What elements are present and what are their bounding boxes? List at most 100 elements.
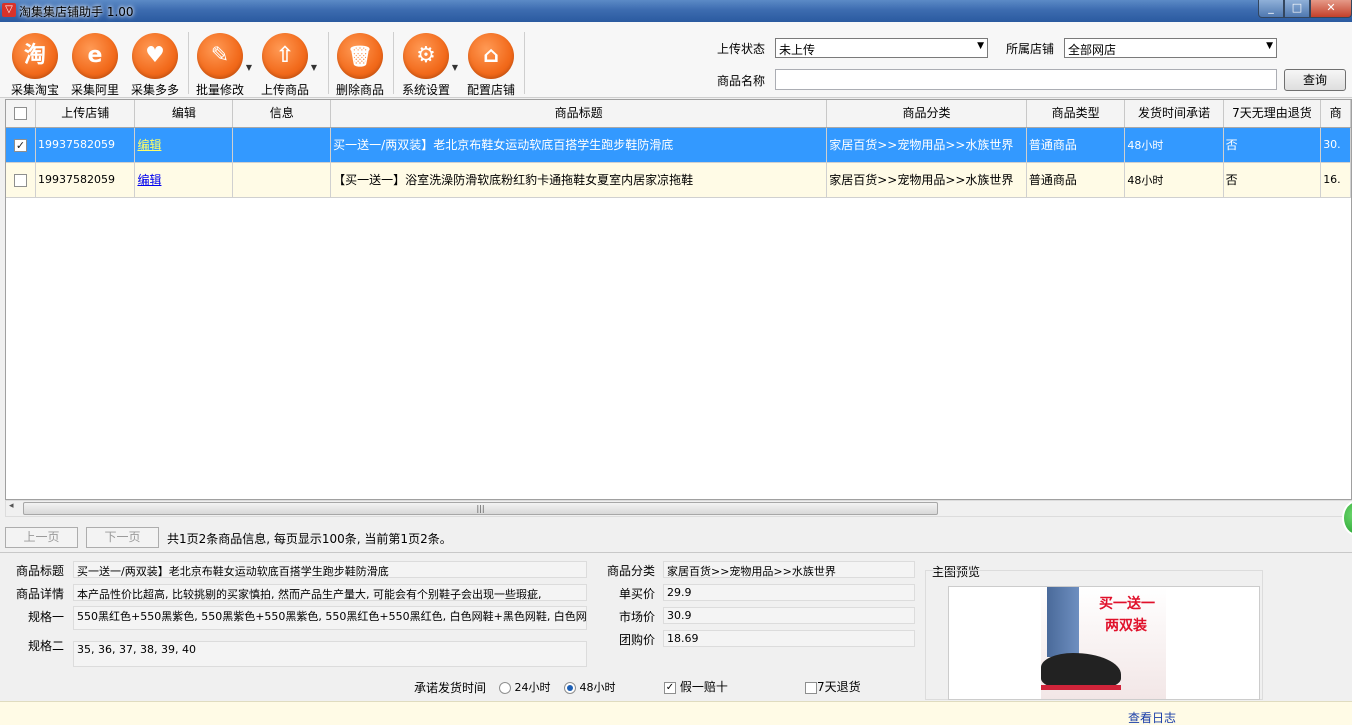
cell-price: 16. — [1320, 162, 1351, 198]
dropdown-arrow-icon[interactable]: ▼ — [311, 63, 317, 72]
trash-icon: 🗑 — [337, 33, 383, 79]
upload-status-select[interactable]: 未上传 ▼ — [775, 38, 988, 58]
config-shop-button[interactable]: ⌂ 配置店铺 — [461, 33, 521, 98]
desc-field[interactable]: 本产品性价比超高, 比较挑剔的买家慎拍, 然而产品生产量大, 可能会有个别鞋子会… — [73, 584, 587, 601]
col-header[interactable]: 编辑 — [134, 100, 234, 128]
select-all-checkbox[interactable] — [6, 100, 37, 128]
cell-ship: 48小时 — [1124, 162, 1224, 198]
gear-icon: ⚙ — [403, 33, 449, 79]
scrollbar-thumb[interactable]: ||| — [23, 502, 938, 515]
close-button[interactable]: ✕ — [1310, 0, 1352, 18]
system-settings-button[interactable]: ⚙ 系统设置 ▼ — [396, 33, 458, 98]
dropdown-arrow-icon[interactable]: ▼ — [452, 63, 458, 72]
return-checkbox[interactable] — [805, 681, 817, 694]
col-header[interactable]: 信息 — [232, 100, 332, 128]
ship-24-option[interactable]: 24小时 — [499, 679, 551, 695]
spec1-label: 规格一 — [27, 610, 64, 624]
scroll-left-icon[interactable]: ◂ — [9, 501, 14, 511]
checkbox[interactable] — [14, 106, 27, 120]
market-price-label: 市场价 — [618, 610, 655, 624]
table-row[interactable]: ✓ 19937582059 编辑 买一送一/两双装】老北京布鞋女运动软底百搭学生… — [6, 127, 1351, 163]
cell-price: 30. — [1320, 127, 1351, 163]
batch-edit-button[interactable]: ✎ 批量修改 ▼ — [190, 33, 252, 98]
cell-shop: 19937582059 — [35, 127, 136, 163]
unit-price-field[interactable]: 29.9 — [663, 584, 915, 601]
fake-compensation-option[interactable]: ✓ 假一赔十 — [664, 678, 728, 695]
collect-taobao-button[interactable]: 淘 采集淘宝 — [5, 33, 65, 98]
chevron-down-icon: ▼ — [1266, 41, 1273, 51]
cell-category: 家居百货>>宠物用品>>水族世界 — [826, 127, 1027, 163]
cell-info — [232, 162, 332, 198]
product-preview-image: 买一送一 两双装 — [948, 586, 1260, 700]
table-header: 上传店铺 编辑 信息 商品标题 商品分类 商品类型 发货时间承诺 7天无理由退货… — [6, 100, 1351, 128]
app-icon: ▽ — [2, 3, 16, 17]
edit-link[interactable]: 编辑 — [137, 138, 161, 152]
collect-pinduoduo-button[interactable]: ♥ 采集多多 — [125, 33, 185, 98]
delete-goods-button[interactable]: 🗑 删除商品 — [330, 33, 390, 98]
preview-photo: 买一送一 两双装 — [1041, 587, 1166, 699]
spec2-field[interactable]: 35, 36, 37, 38, 39, 40 — [73, 641, 587, 667]
group-price-label: 团购价 — [618, 633, 655, 647]
col-header[interactable]: 上传店铺 — [35, 100, 136, 128]
splitter[interactable] — [0, 552, 1352, 553]
upload-goods-button[interactable]: ⇧ 上传商品 ▼ — [255, 33, 317, 98]
radio-24h[interactable] — [499, 682, 511, 694]
upload-status-label: 上传状态 — [717, 42, 766, 56]
upload-icon: ⇧ — [262, 33, 308, 79]
cell-edit: 编辑 — [134, 162, 234, 198]
col-header[interactable]: 商 — [1320, 100, 1351, 128]
chevron-down-icon: ▼ — [977, 41, 984, 51]
maximize-button[interactable]: □ — [1284, 0, 1310, 18]
alibaba-icon: e — [72, 33, 118, 79]
market-price-field[interactable]: 30.9 — [663, 607, 915, 624]
prev-page-button[interactable]: 上一页 — [5, 527, 78, 548]
toolbar-separator — [524, 32, 525, 94]
col-header[interactable]: 7天无理由退货 — [1223, 100, 1322, 128]
search-button[interactable]: 查询 — [1284, 69, 1346, 91]
shop-label: 所属店铺 — [1006, 42, 1055, 56]
preview-caption: 两双装 — [1105, 618, 1147, 634]
col-header[interactable]: 发货时间承诺 — [1124, 100, 1224, 128]
title-field[interactable]: 买一送一/两双装】老北京布鞋女运动软底百搭学生跑步鞋防滑底 — [73, 561, 587, 578]
seven-day-return-option[interactable]: 7天退货 — [805, 678, 861, 695]
pager-info: 共1页2条商品信息, 每页显示100条, 当前第1页2条。 — [167, 532, 452, 546]
group-price-field[interactable]: 18.69 — [663, 630, 915, 647]
cell-return: 否 — [1223, 127, 1322, 163]
category-field[interactable]: 家居百货>>宠物用品>>水族世界 — [663, 561, 915, 578]
col-header[interactable]: 商品标题 — [330, 100, 828, 128]
radio-48h[interactable] — [564, 682, 576, 694]
view-log-link[interactable]: 查看日志 — [1128, 709, 1176, 725]
collect-alibaba-button[interactable]: e 采集阿里 — [65, 33, 125, 98]
horizontal-scrollbar[interactable]: ◂ ||| — [5, 500, 1352, 517]
dropdown-arrow-icon[interactable]: ▼ — [246, 63, 252, 72]
next-page-button[interactable]: 下一页 — [86, 527, 159, 548]
row-checkbox[interactable]: ✓ — [14, 138, 27, 152]
edit-link[interactable]: 编辑 — [137, 173, 161, 187]
shop-icon: ⌂ — [468, 33, 514, 79]
spec2-label: 规格二 — [27, 639, 64, 653]
cell-ship: 48小时 — [1124, 127, 1224, 163]
cell-edit: 编辑 — [134, 127, 234, 163]
col-header[interactable]: 商品分类 — [826, 100, 1027, 128]
heart-icon: ♥ — [132, 33, 178, 79]
shop-select[interactable]: 全部网店 ▼ — [1064, 38, 1277, 58]
minimize-button[interactable]: _ — [1258, 0, 1284, 18]
cell-type: 普通商品 — [1026, 162, 1126, 198]
toolbar-separator — [188, 32, 189, 94]
unit-price-label: 单买价 — [618, 587, 655, 601]
table-row[interactable]: 19937582059 编辑 【买一送一】浴室洗澡防滑软底粉红豹卡通拖鞋女夏室内… — [6, 162, 1351, 198]
goods-name-input[interactable] — [775, 69, 1277, 90]
pencil-icon: ✎ — [197, 33, 243, 79]
desc-label: 商品详情 — [15, 587, 64, 601]
fake-checkbox[interactable]: ✓ — [664, 681, 676, 694]
cell-info — [232, 127, 332, 163]
title-bar: ▽ 淘集集店铺助手 1.00 _ □ ✕ — [0, 0, 1352, 22]
cell-title: 买一送一/两双装】老北京布鞋女运动软底百搭学生跑步鞋防滑底 — [330, 127, 828, 163]
cell-return: 否 — [1223, 162, 1322, 198]
status-bar: 查看日志 — [0, 701, 1352, 725]
col-header[interactable]: 商品类型 — [1026, 100, 1126, 128]
jeans-shape — [1047, 587, 1079, 657]
row-checkbox[interactable] — [14, 173, 27, 187]
ship-48-option[interactable]: 48小时 — [564, 679, 616, 695]
spec1-field[interactable]: 550黑红色+550黑紫色, 550黑紫色+550黑紫色, 550黑红色+550… — [73, 606, 587, 630]
